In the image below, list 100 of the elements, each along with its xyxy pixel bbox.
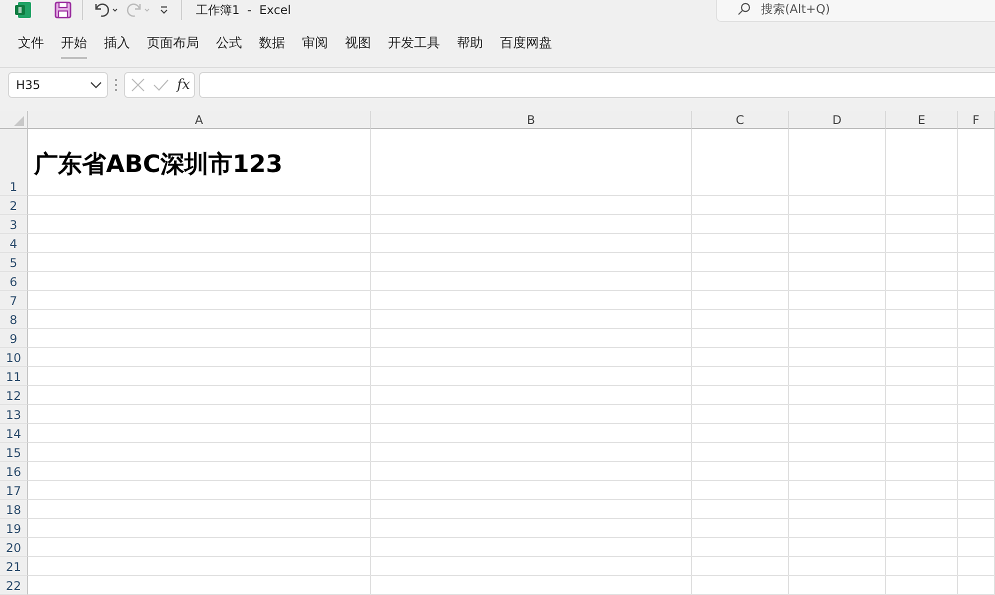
grid-cell (886, 386, 958, 405)
corner-triangle-icon (14, 116, 24, 126)
grid-cell (886, 576, 958, 595)
grid-cell (958, 129, 995, 196)
search-icon (737, 2, 751, 16)
row-header[interactable]: 17 (0, 481, 28, 500)
grid-cell (958, 291, 995, 310)
name-box[interactable]: H35 (8, 72, 108, 98)
column-header[interactable]: E (886, 111, 958, 129)
insert-function-button[interactable]: fx (177, 77, 190, 94)
ribbon-tab[interactable]: 视图 (345, 28, 371, 59)
grid-cell (958, 348, 995, 367)
ribbon-tab[interactable]: 开始 (61, 28, 87, 59)
ribbon-tab[interactable]: 开发工具 (388, 28, 440, 59)
grid-cell (886, 557, 958, 576)
ribbon-tab[interactable]: 公式 (216, 28, 242, 59)
row-header[interactable]: 16 (0, 462, 28, 481)
grid-cell (958, 538, 995, 557)
grid-cell (886, 405, 958, 424)
grid-cell (886, 310, 958, 329)
ribbon-tab[interactable]: 帮助 (457, 28, 483, 59)
column-header[interactable]: C (692, 111, 789, 129)
grid-cell (886, 291, 958, 310)
ribbon-tab[interactable]: 百度网盘 (500, 28, 552, 59)
column-header[interactable]: A (28, 111, 371, 129)
row-header[interactable]: 15 (0, 443, 28, 462)
row-header[interactable]: 8 (0, 310, 28, 329)
more-options-icon[interactable] (112, 78, 120, 92)
undo-icon[interactable] (93, 2, 119, 18)
grid-cell (958, 424, 995, 443)
row-header[interactable]: 7 (0, 291, 28, 310)
grid-cell (958, 519, 995, 538)
grid-cell (886, 462, 958, 481)
row-header[interactable]: 1 (0, 129, 28, 196)
grid-cell (886, 500, 958, 519)
grid-cell (958, 481, 995, 500)
grid-cell (958, 500, 995, 519)
check-icon[interactable] (153, 79, 169, 92)
row-header[interactable]: 3 (0, 215, 28, 234)
grid-cell (958, 215, 995, 234)
grid-cell (886, 129, 958, 196)
ribbon-tab[interactable]: 插入 (104, 28, 130, 59)
grid-cell (958, 272, 995, 291)
window-title: 工作簿1 - Excel (196, 2, 292, 18)
row-header[interactable]: 22 (0, 576, 28, 595)
grid-cell (958, 557, 995, 576)
row-header[interactable]: 4 (0, 234, 28, 253)
grid-cell (958, 196, 995, 215)
select-all-corner[interactable] (0, 111, 28, 129)
spreadsheet-logo-icon[interactable] (14, 1, 32, 19)
chevron-down-icon (90, 81, 102, 90)
row-header[interactable]: 21 (0, 557, 28, 576)
ribbon-tab[interactable]: 数据 (259, 28, 285, 59)
grid-cell (886, 367, 958, 386)
row-header[interactable]: 5 (0, 253, 28, 272)
ribbon-tab[interactable]: 页面布局 (147, 28, 199, 59)
row-header[interactable]: 14 (0, 424, 28, 443)
row-header[interactable]: 19 (0, 519, 28, 538)
grid-cell (958, 443, 995, 462)
redo-icon[interactable] (125, 2, 151, 18)
row-header[interactable]: 10 (0, 348, 28, 367)
grid-cell (958, 576, 995, 595)
grid-cell (886, 196, 958, 215)
row-header[interactable]: 12 (0, 386, 28, 405)
grid-cell (886, 424, 958, 443)
grid-cell (958, 234, 995, 253)
formula-input[interactable] (199, 72, 995, 98)
grid-cell (886, 348, 958, 367)
column-header[interactable]: F (958, 111, 995, 129)
grid-cell (886, 272, 958, 291)
grid-cell (958, 386, 995, 405)
row-header[interactable]: 2 (0, 196, 28, 215)
row-header[interactable]: 6 (0, 272, 28, 291)
grid-cell: 广东省ABC深圳市123 (28, 129, 371, 196)
column-header[interactable]: D (789, 111, 886, 129)
grid-cell (886, 443, 958, 462)
column-header[interactable]: B (371, 111, 692, 129)
grid-cell (886, 538, 958, 557)
grid-cell (886, 253, 958, 272)
cancel-icon[interactable] (131, 78, 145, 92)
grid-cell (958, 329, 995, 348)
grid-cell (958, 462, 995, 481)
grid-cell (958, 405, 995, 424)
grid-cell (886, 215, 958, 234)
row-header[interactable]: 20 (0, 538, 28, 557)
grid-cell (886, 481, 958, 500)
ribbon-tab[interactable]: 文件 (18, 28, 44, 59)
grid-cell (886, 329, 958, 348)
grid-cell (886, 519, 958, 538)
save-icon[interactable] (54, 1, 72, 19)
grid-cell (958, 367, 995, 386)
grid-cell (958, 253, 995, 272)
grid-cell (958, 310, 995, 329)
row-header[interactable]: 13 (0, 405, 28, 424)
row-header[interactable]: 18 (0, 500, 28, 519)
row-header[interactable]: 9 (0, 329, 28, 348)
ribbon-tab[interactable]: 审阅 (302, 28, 328, 59)
search-field[interactable]: 搜索(Alt+Q) (716, 0, 995, 22)
row-header[interactable]: 11 (0, 367, 28, 386)
grid-cell (886, 234, 958, 253)
